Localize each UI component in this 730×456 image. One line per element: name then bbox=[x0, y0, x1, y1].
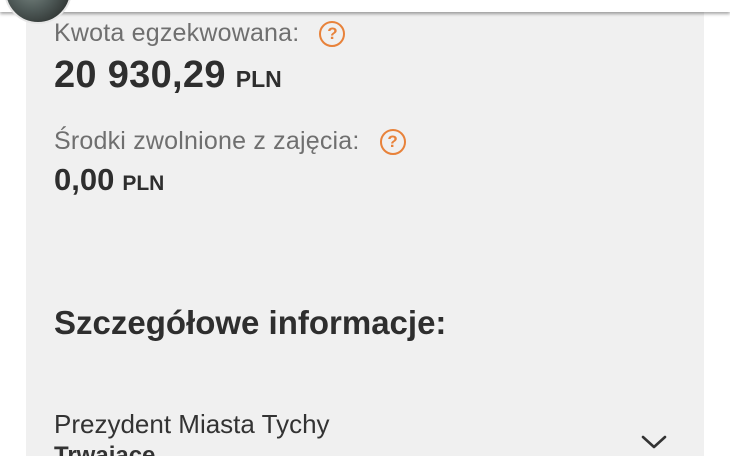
proceeding-status: Trwające bbox=[54, 442, 156, 456]
help-icon[interactable]: ? bbox=[319, 20, 346, 47]
creditor-name: Prezydent Miasta Tychy bbox=[54, 409, 330, 439]
header-bar bbox=[0, 0, 730, 12]
released-funds-currency: PLN bbox=[122, 172, 165, 195]
help-icon[interactable]: ? bbox=[379, 128, 406, 155]
released-funds-label-row: Środki zwolnione z zajęcia: ? bbox=[54, 127, 406, 156]
details-section-title: Szczegółowe informacje: bbox=[54, 304, 447, 341]
enforced-amount-value: 20 930,29 PLN bbox=[54, 54, 282, 97]
released-funds-number: 0,00 bbox=[54, 162, 115, 197]
detail-item-expandable[interactable]: Prezydent Miasta Tychy Trwające bbox=[26, 400, 704, 456]
enforced-amount-label: Kwota egzekwowana: bbox=[54, 19, 300, 47]
released-funds-label: Środki zwolnione z zajęcia: bbox=[54, 127, 360, 155]
enforced-amount-label-row: Kwota egzekwowana: ? bbox=[54, 19, 346, 48]
chevron-down-icon[interactable] bbox=[640, 434, 668, 450]
enforced-amount-currency: PLN bbox=[235, 66, 282, 92]
released-funds-value: 0,00 PLN bbox=[54, 162, 164, 198]
enforced-amount-number: 20 930,29 bbox=[54, 54, 226, 96]
page: Kwota egzekwowana: ? 20 930,29 PLN Środki… bbox=[0, 0, 730, 456]
